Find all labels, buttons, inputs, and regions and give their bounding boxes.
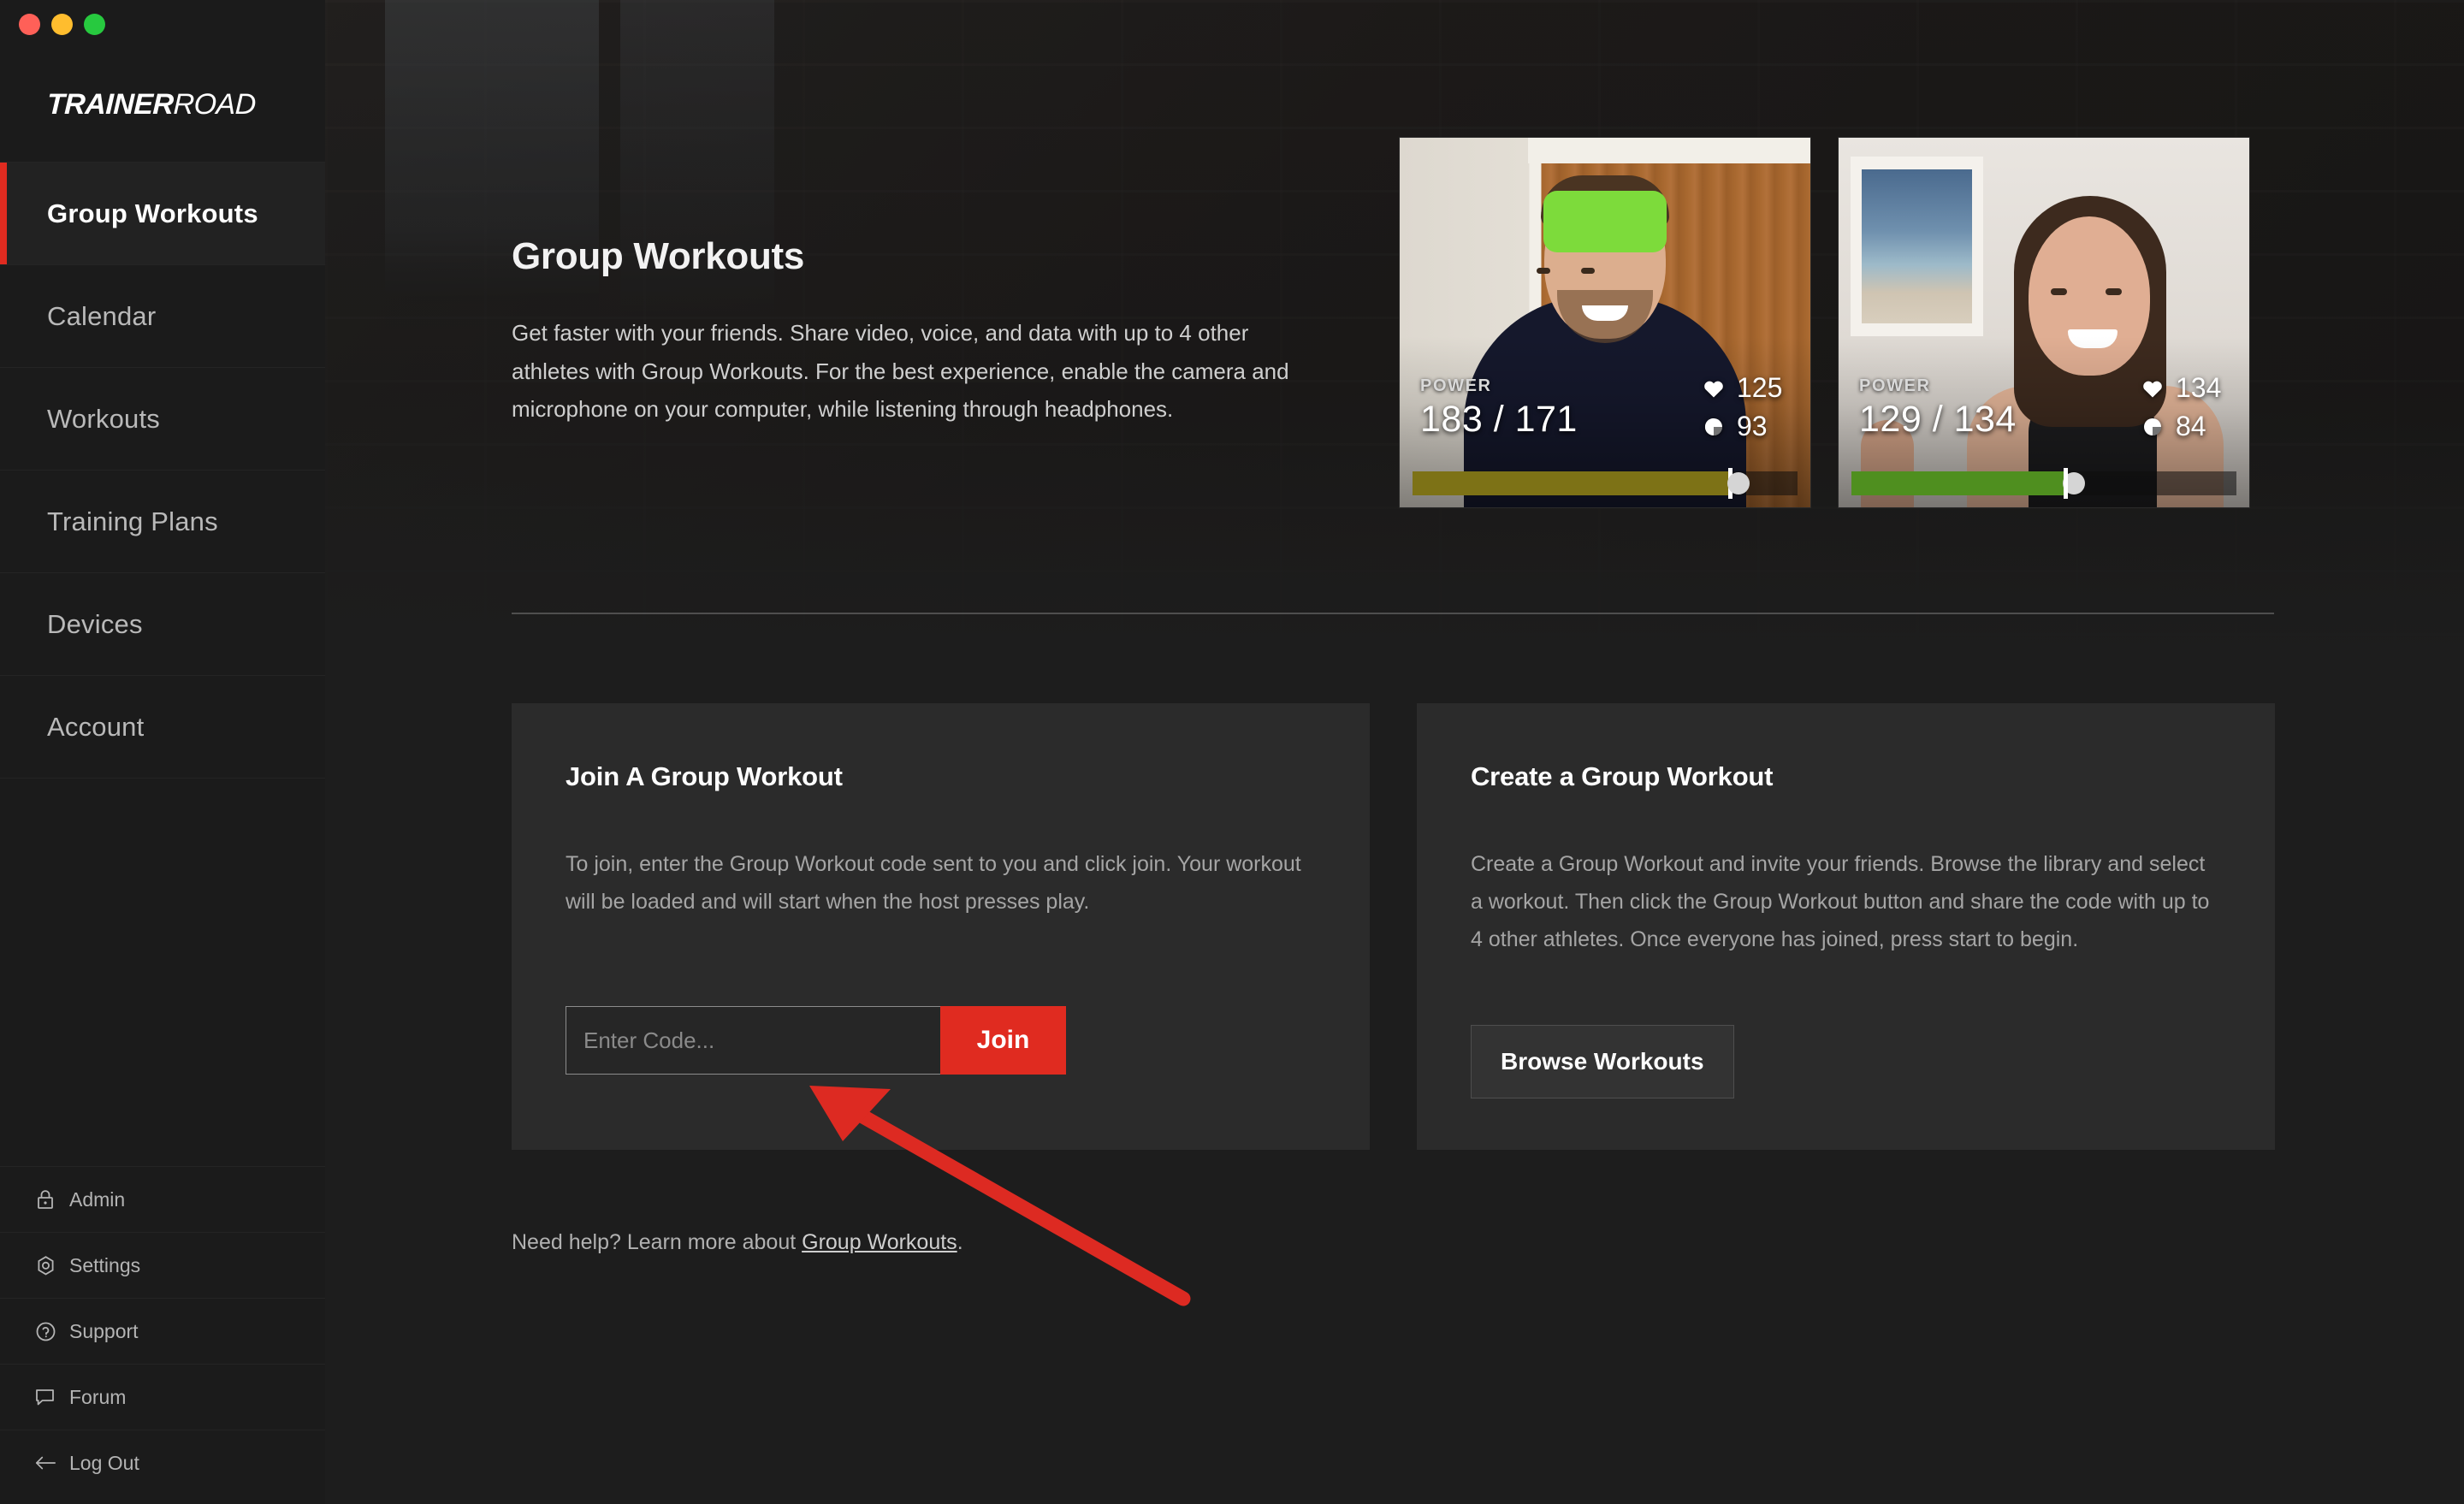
speech-bubble-icon: [34, 1386, 56, 1408]
power-readout: POWER 183 / 171: [1420, 376, 1578, 441]
content-layer: Group Workouts Get faster with your frie…: [325, 0, 2464, 1504]
sidebar-item-label: Forum: [69, 1385, 127, 1408]
zoom-button[interactable]: [84, 13, 105, 35]
sidebar-item-label: Devices: [47, 608, 143, 639]
power-label: POWER: [1859, 376, 1931, 395]
hero-section: Group Workouts Get faster with your frie…: [512, 235, 1316, 429]
sidebar-item-training-plans[interactable]: Training Plans: [0, 470, 325, 572]
join-card-body: To join, enter the Group Workout code se…: [566, 852, 1301, 914]
sidebar-item-label: Support: [69, 1319, 139, 1342]
workout-progress-bar: [1851, 468, 2236, 499]
sidebar-spacer: [0, 778, 325, 1166]
section-divider: [512, 613, 2274, 614]
sidebar-item-forum[interactable]: Forum: [0, 1364, 325, 1430]
join-card-title: Join A Group Workout: [566, 761, 843, 791]
action-cards: Join A Group Workout To join, enter the …: [512, 703, 2275, 1150]
sidebar-item-group-workouts[interactable]: Group Workouts: [0, 162, 325, 264]
cadence-value: 84: [2176, 411, 2206, 441]
sidebar-item-label: Group Workouts: [47, 198, 258, 228]
logo-bold-text: TRAINER: [46, 88, 175, 121]
join-button[interactable]: Join: [940, 1006, 1066, 1075]
cadence-value: 93: [1737, 411, 1768, 441]
sidebar-item-label: Admin: [69, 1187, 126, 1211]
heart-icon: [1702, 376, 1726, 400]
cadence-metric: 84: [2141, 411, 2229, 442]
sidebar-item-devices[interactable]: Devices: [0, 572, 325, 675]
join-form: Join: [566, 1006, 1066, 1075]
cadence-pie-icon: [1702, 415, 1726, 439]
gear-icon: [34, 1254, 56, 1276]
group-workouts-link[interactable]: Group Workouts: [802, 1230, 957, 1254]
wall-art: [1851, 157, 1983, 336]
sidebar-item-label: Log Out: [69, 1451, 139, 1474]
footnote-suffix: .: [957, 1230, 963, 1254]
sidebar: TRAINERROAD Group Workouts Calendar Work…: [0, 0, 325, 1504]
progress-fill: [1851, 471, 2064, 495]
sidebar-item-admin[interactable]: Admin: [0, 1166, 325, 1232]
sidebar-item-label: Workouts: [47, 403, 160, 434]
sidebar-item-label: Account: [47, 711, 145, 742]
sidebar-item-settings[interactable]: Settings: [0, 1232, 325, 1298]
heart-rate-metric: 125: [1702, 372, 1790, 404]
code-input[interactable]: [566, 1006, 940, 1075]
sidebar-item-label: Calendar: [47, 300, 157, 331]
browse-workouts-button[interactable]: Browse Workouts: [1471, 1025, 1734, 1098]
logo-normal-text: ROAD: [172, 88, 257, 121]
video-tiles: POWER 183 / 171 125 93 POWER 129 / 134 1…: [1399, 137, 2250, 508]
heart-rate-value: 125: [1737, 372, 1783, 403]
sidebar-item-calendar[interactable]: Calendar: [0, 264, 325, 367]
heart-icon: [2141, 376, 2165, 400]
sidebar-item-label: Settings: [69, 1253, 141, 1276]
window-titlebar: [0, 0, 325, 48]
help-footnote: Need help? Learn more about Group Workou…: [512, 1230, 963, 1255]
heart-rate-metric: 134: [2141, 372, 2229, 404]
hero-description: Get faster with your friends. Share vide…: [512, 320, 1289, 423]
app-logo[interactable]: TRAINERROAD: [0, 48, 325, 162]
power-value: 183 / 171: [1420, 399, 1578, 440]
create-group-workout-card: Create a Group Workout Create a Group Wo…: [1417, 703, 2275, 1150]
main-content: Group Workouts Get faster with your frie…: [325, 0, 2464, 1504]
create-card-title: Create a Group Workout: [1471, 761, 1774, 791]
arrow-left-icon: [34, 1452, 56, 1474]
footnote-prefix: Need help? Learn more about: [512, 1230, 803, 1254]
cadence-metric: 93: [1702, 411, 1790, 442]
video-tile[interactable]: POWER 129 / 134 134 84: [1838, 137, 2250, 508]
sidebar-item-support[interactable]: Support: [0, 1298, 325, 1364]
create-card-body: Create a Group Workout and invite your f…: [1471, 852, 2210, 951]
sidebar-item-label: Training Plans: [47, 506, 218, 536]
power-label: POWER: [1420, 376, 1492, 395]
question-circle-icon: [34, 1320, 56, 1342]
progress-knob: [1727, 472, 1750, 494]
page-title: Group Workouts: [512, 235, 805, 277]
secondary-navigation: Admin Settings Support Forum Log Out: [0, 1166, 325, 1504]
progress-fill: [1413, 471, 1728, 495]
power-readout: POWER 129 / 134: [1859, 376, 2017, 441]
sidebar-item-account[interactable]: Account: [0, 675, 325, 778]
heart-rate-value: 134: [2176, 372, 2222, 403]
tile-metrics: 134 84: [2141, 372, 2229, 442]
cadence-pie-icon: [2141, 415, 2165, 439]
video-tile[interactable]: POWER 183 / 171 125 93: [1399, 137, 1811, 508]
close-button[interactable]: [19, 13, 40, 35]
tile-metrics: 125 93: [1702, 372, 1790, 442]
trainerroad-app-window: TRAINERROAD Group Workouts Calendar Work…: [0, 0, 2464, 1504]
join-group-workout-card: Join A Group Workout To join, enter the …: [512, 703, 1370, 1150]
primary-navigation: Group Workouts Calendar Workouts Trainin…: [0, 162, 325, 778]
lock-icon: [34, 1188, 56, 1211]
sidebar-item-workouts[interactable]: Workouts: [0, 367, 325, 470]
sidebar-item-log-out[interactable]: Log Out: [0, 1430, 325, 1495]
progress-tick: [2063, 468, 2068, 499]
workout-progress-bar: [1413, 468, 1798, 499]
minimize-button[interactable]: [51, 13, 73, 35]
power-value: 129 / 134: [1859, 399, 2017, 440]
